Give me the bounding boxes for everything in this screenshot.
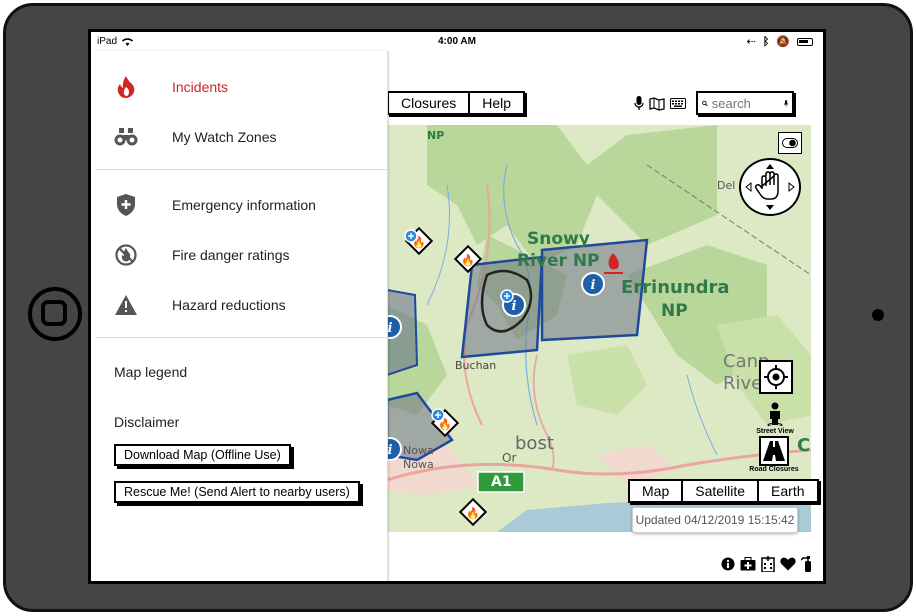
drawer-item-label: Fire danger ratings: [172, 247, 290, 263]
fire-icon: [114, 75, 138, 99]
top-icons: [634, 96, 686, 111]
drawer-item-label: Incidents: [172, 79, 229, 95]
road-closures-label: Road Closures: [749, 466, 799, 473]
pan-hand-icon: [745, 164, 795, 210]
bluetooth-icon: ᛒ: [762, 35, 770, 48]
drawer-item-emergency-info[interactable]: Emergency information: [96, 183, 388, 227]
street-view-button[interactable]: Street View: [751, 402, 799, 435]
drawer-item-label: Emergency information: [172, 197, 316, 213]
download-map-button[interactable]: Download Map (Offline Use): [114, 444, 291, 466]
search-input[interactable]: [711, 95, 780, 111]
toggle-icon: [782, 138, 798, 148]
locate-me-button[interactable]: [759, 360, 793, 394]
keyboard-icon[interactable]: [670, 98, 686, 109]
map-label-errinundra-np: NP: [661, 301, 688, 321]
fire-extinguisher-icon[interactable]: [801, 556, 813, 572]
heart-icon[interactable]: [780, 557, 796, 571]
search-mic-icon[interactable]: [783, 97, 788, 110]
drawer-divider: [96, 169, 388, 170]
fire-diamond-marker[interactable]: 🔥: [458, 497, 488, 527]
info-marker[interactable]: i: [387, 315, 402, 339]
map-label-river-np: River NP: [517, 251, 600, 271]
usb-icon: ⇠: [746, 36, 756, 48]
no-fire-icon: [114, 243, 138, 267]
side-drawer: Incidents My Watch Zones Emergency infor…: [96, 51, 388, 581]
drawer-item-incidents[interactable]: Incidents: [96, 65, 388, 109]
drawer-item-label: Hazard reductions: [172, 297, 286, 313]
plus-marker[interactable]: [431, 408, 445, 422]
battery-icon: [797, 37, 813, 46]
home-button[interactable]: [28, 287, 82, 341]
screen: iPad 4:00 AM ⇠ ᛒ 🔕 Closures Help search …: [88, 29, 826, 584]
street-view-label: Street View: [756, 428, 794, 435]
top-toolbar: Closures Help: [387, 91, 526, 115]
road-icon-box: [759, 436, 789, 466]
map-type-earth[interactable]: Earth: [759, 481, 817, 501]
crosshair-icon: [764, 365, 788, 389]
drawer-item-label: My Watch Zones: [172, 129, 277, 145]
map-label-errinundra: Errinundra: [621, 277, 730, 298]
drawer-item-hazard-reductions[interactable]: Hazard reductions: [96, 283, 388, 327]
map-type-map[interactable]: Map: [630, 481, 684, 501]
shield-plus-icon: [114, 193, 138, 217]
bottom-icons: [721, 556, 813, 572]
map-label-road-a1: A1: [491, 474, 512, 490]
rescue-me-button[interactable]: Rescue Me! (Send Alert to nearby users): [114, 481, 360, 503]
map-label-buchan: Buchan: [455, 359, 497, 372]
map-legend-link[interactable]: Map legend: [114, 364, 187, 380]
svg-text:i: i: [591, 278, 596, 293]
map-book-icon[interactable]: [649, 96, 665, 111]
map-label-snowy: Snowy: [527, 229, 590, 249]
svg-text:🔥: 🔥: [461, 254, 475, 267]
help-button[interactable]: Help: [470, 93, 524, 113]
microphone-icon[interactable]: [634, 96, 644, 111]
plus-marker[interactable]: [404, 229, 418, 243]
map-label-nowa-1: Nowa: [403, 444, 434, 457]
plus-marker[interactable]: [500, 289, 514, 303]
status-bar: iPad 4:00 AM ⇠ ᛒ 🔕: [91, 32, 823, 51]
binoculars-icon: [114, 125, 138, 149]
info-icon[interactable]: [721, 557, 735, 571]
mute-icon: 🔕: [776, 36, 790, 48]
map-label-bost: bost: [515, 433, 554, 454]
first-aid-icon[interactable]: [740, 557, 756, 571]
search-box: [696, 91, 794, 115]
drawer-divider: [96, 337, 388, 338]
info-marker[interactable]: i: [581, 272, 605, 296]
svg-text:i: i: [388, 443, 393, 458]
map-type-satellite[interactable]: Satellite: [683, 481, 760, 501]
map-label-cann-2: Rive: [723, 373, 763, 394]
camera: [872, 309, 884, 321]
info-marker[interactable]: i: [387, 437, 402, 461]
search-icon: [702, 100, 708, 106]
hospital-icon[interactable]: [761, 556, 775, 572]
road-icon: [763, 441, 785, 461]
map-label-dele: Del: [717, 179, 736, 192]
disclaimer-link[interactable]: Disclaimer: [114, 414, 179, 430]
pegman-icon: [767, 402, 783, 427]
drawer-item-fire-danger[interactable]: Fire danger ratings: [96, 233, 388, 277]
layer-toggle-button[interactable]: [778, 132, 802, 154]
svg-text:i: i: [388, 321, 393, 336]
road-closures-button[interactable]: Road Closures: [746, 436, 802, 473]
status-time: 4:00 AM: [438, 36, 476, 47]
pan-control[interactable]: [739, 158, 801, 216]
svg-text:i: i: [512, 299, 517, 314]
warning-icon: [114, 293, 138, 317]
map-type-selector: Map Satellite Earth: [628, 479, 819, 503]
updated-timestamp: Updated 04/12/2019 15:15:42: [632, 507, 798, 533]
map-label-nowa-2: Nowa: [403, 458, 434, 471]
map-label-np-top: NP: [427, 129, 445, 142]
drawer-item-watch-zones[interactable]: My Watch Zones: [96, 115, 388, 159]
closures-button[interactable]: Closures: [389, 93, 471, 113]
svg-text:🔥: 🔥: [466, 507, 480, 520]
